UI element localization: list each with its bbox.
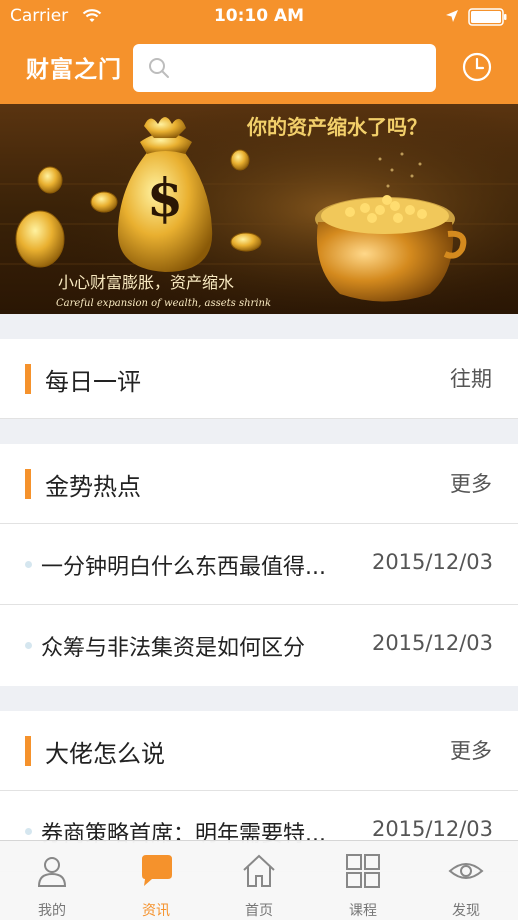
tab-news[interactable]: 资讯	[104, 841, 208, 920]
section-header: 大佬怎么说 更多	[0, 711, 518, 791]
article-date: 2015/12/03	[371, 550, 493, 574]
status-bar: Carrier 10:10 AM	[0, 0, 518, 34]
tab-label: 课程	[349, 903, 377, 919]
article-date: 2015/12/03	[371, 817, 493, 841]
battery-icon	[468, 8, 507, 26]
tab-mine[interactable]: 我的	[0, 841, 104, 920]
banner-caption-cn: 小心财富膨胀，资产缩水	[58, 273, 234, 292]
search-input[interactable]	[181, 52, 426, 84]
svg-text:$: $	[147, 168, 183, 229]
tab-home[interactable]: 首页	[207, 841, 311, 920]
section-title: 金势热点	[45, 473, 141, 501]
tab-bar: 我的 资讯 首页 课程 发现	[0, 840, 518, 920]
tab-label: 我的	[38, 903, 66, 919]
location-arrow-icon	[446, 10, 458, 22]
section-accent-bar	[25, 469, 31, 499]
bullet-dot	[25, 642, 32, 649]
app-header: Carrier 10:10 AM 财富之门	[0, 0, 518, 104]
banner-caption-en: Careful expansion of wealth, assets shri…	[56, 298, 271, 309]
user-icon	[37, 857, 67, 887]
article-title: 众筹与非法集资是如何区分	[41, 636, 306, 661]
search-box[interactable]	[133, 44, 436, 92]
section-title: 大佬怎么说	[45, 740, 165, 768]
home-icon	[243, 854, 275, 887]
tab-label: 首页	[245, 903, 273, 919]
section-accent-bar	[25, 736, 31, 766]
promo-banner[interactable]: $ 你的资产缩水了吗？ 小心财富膨胀，资产缩水 Careful expansio…	[0, 104, 518, 314]
section-header: 金势热点 更多	[0, 444, 518, 524]
section-title: 每日一评	[45, 368, 141, 396]
chat-icon	[142, 855, 172, 886]
tab-label: 资讯	[142, 903, 170, 919]
search-icon	[149, 58, 169, 78]
section-header: 每日一评 往期	[0, 339, 518, 419]
article-date: 2015/12/03	[371, 631, 493, 655]
grid-icon	[346, 854, 380, 888]
tab-label: 发现	[452, 903, 480, 919]
bullet-dot	[25, 561, 32, 568]
section-more-link[interactable]: 更多	[450, 735, 492, 765]
app-title: 财富之门	[26, 57, 122, 83]
section-accent-bar	[25, 364, 31, 394]
article-title: 一分钟明白什么东西最值得...	[41, 555, 326, 580]
section-more-link[interactable]: 更多	[450, 468, 492, 498]
section-daily-review: 每日一评 往期	[0, 339, 518, 419]
banner-headline: 你的资产缩水了吗？	[246, 115, 427, 139]
list-item[interactable]: 一分钟明白什么东西最值得... 2015/12/03	[0, 524, 518, 605]
banner-image: $ 你的资产缩水了吗？ 小心财富膨胀，资产缩水 Careful expansio…	[0, 104, 518, 314]
eye-icon	[448, 863, 484, 879]
bullet-dot	[25, 828, 32, 835]
tab-discover[interactable]: 发现	[414, 841, 518, 920]
clock-icon[interactable]	[461, 51, 493, 83]
section-hot-topics: 金势热点 更多 一分钟明白什么东西最值得... 2015/12/03 众筹与非法…	[0, 444, 518, 686]
tab-courses[interactable]: 课程	[311, 841, 415, 920]
status-time: 10:10 AM	[213, 6, 305, 26]
list-item[interactable]: 众筹与非法集资是如何区分 2015/12/03	[0, 605, 518, 686]
section-more-link[interactable]: 往期	[450, 363, 492, 393]
